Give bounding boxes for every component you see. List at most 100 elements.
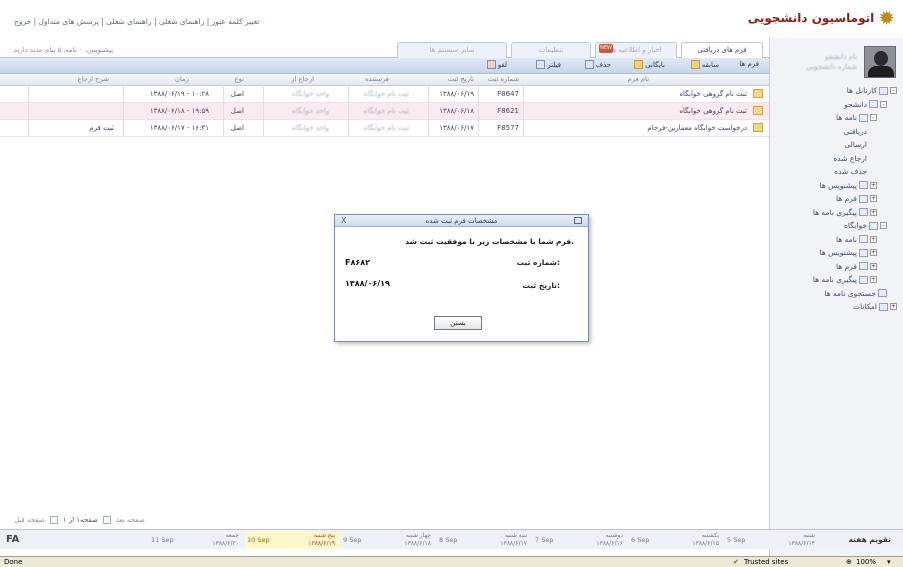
calendar-day[interactable]: شنبه ۱۳۸۸/۶/۱۴ 5 Sep	[725, 531, 819, 549]
toolbar-forms-label: فرم ها	[739, 60, 759, 68]
sidebar-item[interactable]: دریافتی	[844, 127, 867, 136]
logo-text: اتوماسیون دانشجویی	[747, 11, 875, 25]
sidebar-item[interactable]: + پیگیری نامه ها	[813, 275, 877, 284]
col-sender[interactable]: فرستنده	[365, 75, 389, 83]
sidebar-item[interactable]: + فرم ها	[836, 262, 877, 271]
day-en-date: 11 Sep	[151, 536, 174, 544]
cancel-icon	[486, 60, 496, 69]
sidebar-item[interactable]: + پیگیری نامه ها	[813, 208, 877, 217]
sidebar-item[interactable]: + فرم ها	[836, 194, 877, 203]
col-ref-desc[interactable]: شرح ارجاع	[78, 75, 110, 83]
col-reg-number[interactable]: شماره ثبت	[488, 75, 519, 83]
cell-sender: ثبت نام خوابگاه	[363, 124, 409, 132]
expand-icon[interactable]: +	[870, 262, 877, 270]
sidebar-item-label: ارسالی	[844, 140, 867, 149]
tab-other-systems[interactable]: سایر سیستم ها	[397, 42, 507, 58]
close-icon[interactable]: X	[341, 215, 346, 227]
expand-icon[interactable]: +	[870, 208, 877, 216]
tab-received-forms[interactable]: فرم های دریافتی	[681, 42, 763, 59]
zoom-dropdown-icon[interactable]: ▾	[887, 558, 891, 566]
sidebar-item[interactable]: - دانشجو	[844, 100, 887, 109]
expand-icon[interactable]: +	[870, 276, 877, 283]
notice-text: پیشنویس، ۰ نامه، ۵ پیام جدید دارید	[14, 46, 114, 54]
col-divider	[348, 120, 349, 137]
expand-icon[interactable]: +	[870, 249, 877, 256]
col-divider	[523, 120, 524, 137]
prev-page-icon[interactable]	[49, 516, 58, 524]
day-fa-date: ۱۳۸۸/۶/۱۸	[404, 540, 431, 547]
zoom-level[interactable]: 100%	[856, 558, 876, 566]
sidebar-item-label: پیشنویس ها	[819, 248, 857, 257]
col-time[interactable]: زمان	[175, 75, 189, 83]
calendar-day[interactable]: یکشنبه ۱۳۸۸/۶/۱۵ 6 Sep	[629, 531, 723, 549]
tab-news-label: اخبار و اطلاعیه ها	[610, 46, 662, 54]
cell-ref-from: واحد خوابگاه	[291, 124, 329, 132]
sidebar-item[interactable]: جستجوی نامه ها	[824, 289, 887, 298]
collapse-icon[interactable]: -	[880, 100, 887, 108]
cell-form-name[interactable]: ثبت نام گروهی خوابگاه	[679, 107, 747, 115]
expand-icon[interactable]: +	[870, 235, 877, 243]
col-ref-from[interactable]: ارجاع از	[291, 75, 314, 83]
lang-indicator[interactable]: FA	[6, 534, 19, 545]
next-page-icon[interactable]	[102, 516, 111, 524]
collapse-icon[interactable]: -	[880, 222, 887, 229]
table-row[interactable]: درخواست خوابگاه معمارین-فرجام F8577 ۱۳۸۸…	[0, 120, 769, 137]
top-header: اتوماسیون دانشجویی ✹ تغییر کلمه عبور | ر…	[0, 0, 903, 38]
history-button[interactable]: سابقه	[690, 60, 719, 69]
page-info: صفحه۱ از ۱	[62, 516, 98, 524]
sidebar-item[interactable]: ارسالی	[844, 140, 867, 149]
avatar-body	[868, 66, 894, 77]
expand-icon[interactable]: +	[870, 195, 877, 202]
cell-form-name[interactable]: ثبت نام گروهی خوابگاه	[679, 90, 747, 98]
collapse-icon[interactable]: -	[870, 114, 877, 121]
top-links[interactable]: تغییر کلمه عبور | راهنمای شغلی | راهنمای…	[14, 17, 259, 26]
cell-ref-from: واحد خوابگاه	[291, 107, 329, 115]
tab-settings[interactable]: تنظیمات	[511, 42, 591, 58]
cell-reg-number: F8621	[497, 107, 519, 115]
delete-icon	[584, 60, 594, 69]
delete-button[interactable]: حذف	[584, 60, 611, 69]
filter-label: فیلتر	[547, 60, 561, 69]
table-row[interactable]: ثبت نام گروهی خوابگاه F8647 ۱۳۸۸/۰۶/۱۹ ث…	[0, 86, 769, 103]
col-form-name[interactable]: نام فرم	[627, 75, 649, 83]
sidebar-item[interactable]: + نامه ها	[836, 235, 877, 244]
folder-icon	[859, 113, 868, 122]
next-page-link[interactable]: صفحه بعد	[116, 516, 145, 524]
sidebar-item-label: حذف شده	[834, 167, 867, 176]
prev-page-link[interactable]: صفحه قبل	[14, 516, 45, 524]
col-type[interactable]: نوع	[235, 75, 244, 83]
expand-icon[interactable]: +	[870, 181, 877, 189]
calendar-day[interactable]: دوشنبه ۱۳۸۸/۶/۱۶ 7 Sep	[533, 531, 627, 549]
cell-ref-from: واحد خوابگاه	[291, 90, 329, 98]
calendar-day[interactable]: جمعه ۱۳۸۸/۶/۲۰ 11 Sep	[149, 531, 243, 549]
calendar-day[interactable]: سه شنبه ۱۳۸۸/۶/۱۷ 8 Sep	[437, 531, 531, 549]
cell-form-name[interactable]: درخواست خوابگاه معمارین-فرجام	[647, 124, 747, 132]
filter-button[interactable]: فیلتر	[536, 60, 561, 69]
close-button[interactable]: بستن	[434, 316, 482, 330]
sidebar-item[interactable]: - کارتابل ها	[847, 86, 897, 95]
cell-sender: ثبت نام خوابگاه	[363, 107, 409, 115]
cell-sender: ثبت نام خوابگاه	[363, 90, 409, 98]
col-reg-date[interactable]: تاریخ ثبت	[448, 75, 474, 83]
calendar-day[interactable]: چهار شنبه ۱۳۸۸/۶/۱۸ 9 Sep	[341, 531, 435, 549]
day-name: شنبه	[803, 532, 815, 539]
collapse-icon[interactable]: -	[890, 87, 897, 94]
sidebar-item[interactable]: + پیشنویس ها	[820, 248, 877, 257]
archive-icon	[634, 60, 644, 69]
expand-icon[interactable]: +	[890, 303, 897, 310]
reg-date-value: ۱۳۸۸/۰۶/۱۹	[345, 279, 390, 288]
cancel-button[interactable]: لغو	[486, 60, 507, 69]
archive-button[interactable]: بایگانی	[634, 60, 665, 69]
sidebar-item[interactable]: ارجاع شده	[833, 154, 867, 163]
sidebar-item-label: نامه ها	[835, 113, 857, 122]
sidebar-item[interactable]: حذف شده	[834, 167, 867, 176]
sidebar-item-label: کارتابل ها	[846, 86, 877, 95]
sidebar-item[interactable]: + امکانات	[853, 302, 897, 311]
window-icon[interactable]	[574, 217, 582, 224]
table-row[interactable]: ثبت نام گروهی خوابگاه F8621 ۱۳۸۸/۰۶/۱۸ ث…	[0, 103, 769, 120]
calendar-day[interactable]: پنج شنبه ۱۳۸۸/۶/۱۹ 10 Sep	[245, 531, 339, 549]
sidebar-item[interactable]: - نامه ها	[836, 113, 877, 122]
sidebar-item[interactable]: - خوابگاه	[844, 221, 887, 230]
sidebar-item[interactable]: + پیشنویس ها	[820, 181, 877, 190]
dialog-title: مشخصات فرم ثبت شده	[335, 215, 588, 227]
